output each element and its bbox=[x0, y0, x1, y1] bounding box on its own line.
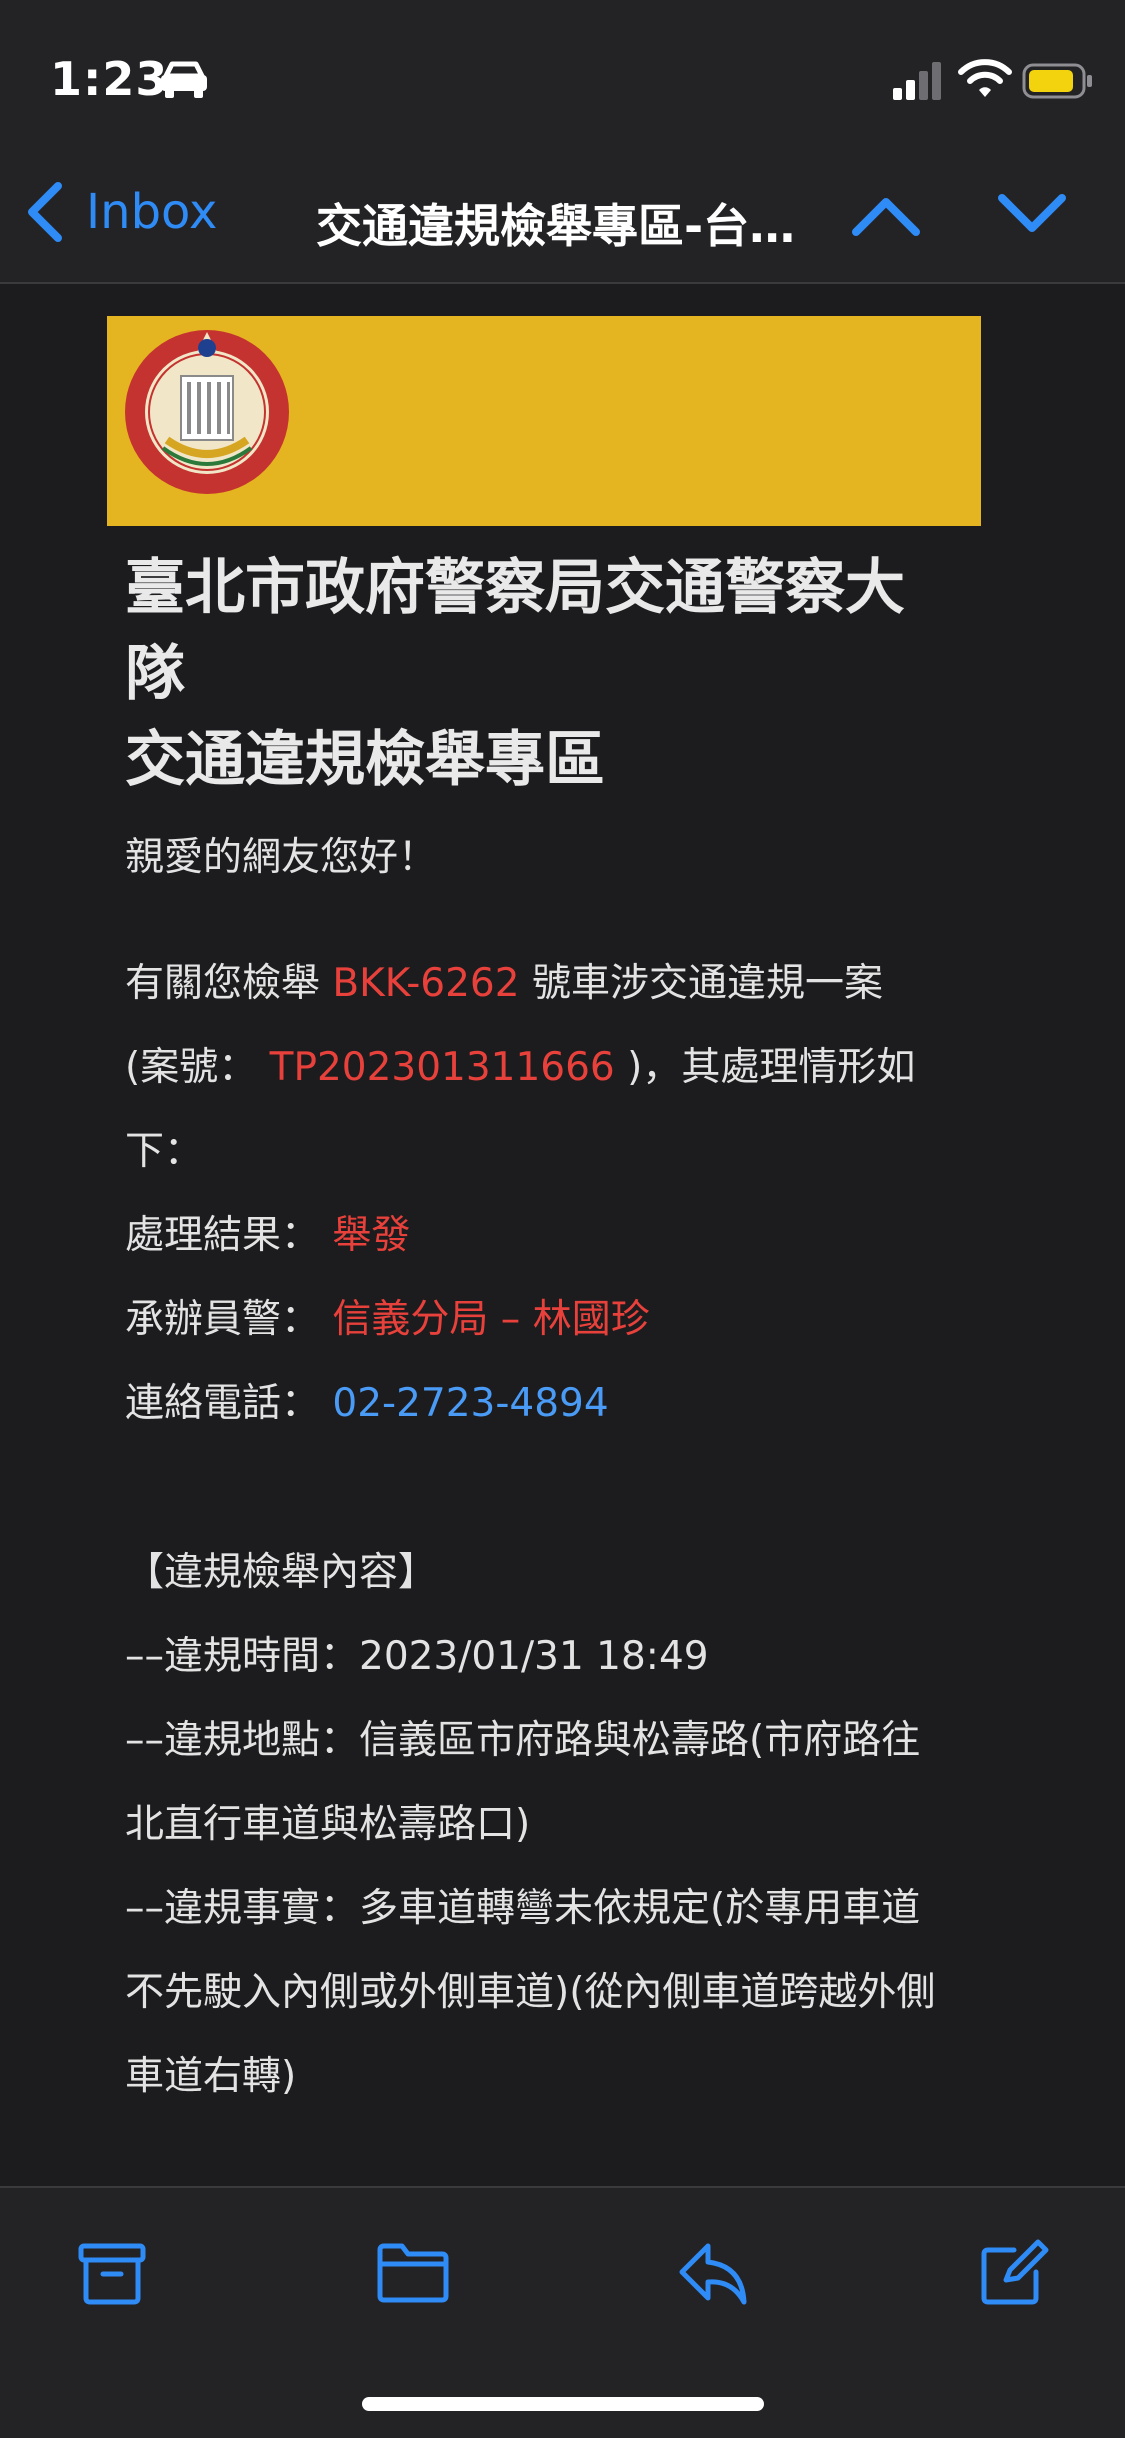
violation-details: 【違規檢舉內容】 ––違規時間：2023/01/31 18:49 ––違規地點：… bbox=[125, 1531, 1025, 2119]
paragraph-line: (案號： TP202301311666 )，其處理情形如 bbox=[125, 1045, 916, 1090]
status-time: 1:23 bbox=[50, 52, 169, 106]
violation-location: 北直行車道與松壽路口) bbox=[125, 1802, 531, 1847]
report-paragraph: 有關您檢舉 BKK-6262 號車涉交通違規一案 (案號： TP20230131… bbox=[125, 942, 1025, 1446]
home-indicator[interactable] bbox=[362, 2397, 764, 2411]
chevron-left-icon bbox=[28, 182, 62, 242]
heading-line: 隊 bbox=[125, 639, 185, 709]
back-label: Inbox bbox=[86, 184, 218, 240]
next-email-chevron-down-icon[interactable] bbox=[996, 182, 1068, 246]
result-value: 舉發 bbox=[332, 1213, 411, 1258]
violation-fact: 車道右轉) bbox=[125, 2054, 297, 2099]
license-plate: BKK-6262 bbox=[332, 961, 520, 1006]
reply-icon[interactable] bbox=[676, 2236, 750, 2310]
email-subject-title: 交通違規檢舉專區-台北市政府警察局交通警察大隊 bbox=[316, 199, 816, 253]
compose-icon[interactable] bbox=[976, 2236, 1050, 2310]
police-department-seal-logo bbox=[125, 330, 289, 494]
violation-fact: 不先駛入內側或外側車道)(從內側車道跨越外側 bbox=[125, 1970, 936, 2015]
greeting-text: 親愛的網友您好！ bbox=[125, 835, 438, 880]
archive-icon[interactable] bbox=[75, 2236, 149, 2310]
email-header-banner bbox=[107, 316, 981, 526]
result-row: 處理結果： 舉發 bbox=[125, 1213, 411, 1258]
violation-time: ––違規時間：2023/01/31 18:49 bbox=[125, 1634, 709, 1679]
violation-fact: ––違規事實：多車道轉彎未依規定(於專用車道 bbox=[125, 1886, 921, 1931]
back-to-inbox-button[interactable]: Inbox bbox=[22, 180, 217, 244]
navigation-bar: Inbox 交通違規檢舉專區-台北市政府警察局交通警察大隊 bbox=[0, 150, 1125, 284]
heading-line: 交通違規檢舉專區 bbox=[125, 725, 605, 795]
cellular-signal-icon bbox=[893, 62, 941, 100]
car-icon bbox=[161, 61, 207, 98]
phone-row: 連絡電話： 02-2723-4894 bbox=[125, 1381, 609, 1426]
paragraph-line: 有關您檢舉 BKK-6262 號車涉交通違規一案 bbox=[125, 961, 883, 1006]
officer-value: 信義分局 – 林國珍 bbox=[332, 1297, 650, 1342]
section-title: 【違規檢舉內容】 bbox=[125, 1550, 438, 1595]
paragraph-line: 下： bbox=[125, 1129, 204, 1174]
officer-row: 承辦員警： 信義分局 – 林國珍 bbox=[125, 1297, 650, 1342]
phone-link[interactable]: 02-2723-4894 bbox=[332, 1381, 608, 1426]
email-heading: 臺北市政府警察局交通警察大 隊 交通違規檢舉專區 bbox=[125, 545, 995, 803]
previous-email-chevron-up-icon[interactable] bbox=[850, 182, 922, 246]
case-number: TP202301311666 bbox=[269, 1045, 615, 1090]
heading-line: 臺北市政府警察局交通警察大 bbox=[125, 553, 905, 623]
status-bar: 1:23 bbox=[0, 0, 1125, 150]
violation-location: ––違規地點：信義區市府路與松壽路(市府路往 bbox=[125, 1718, 921, 1763]
wifi-icon bbox=[958, 59, 1012, 97]
battery-icon bbox=[1022, 63, 1092, 99]
folder-icon[interactable] bbox=[376, 2236, 450, 2310]
